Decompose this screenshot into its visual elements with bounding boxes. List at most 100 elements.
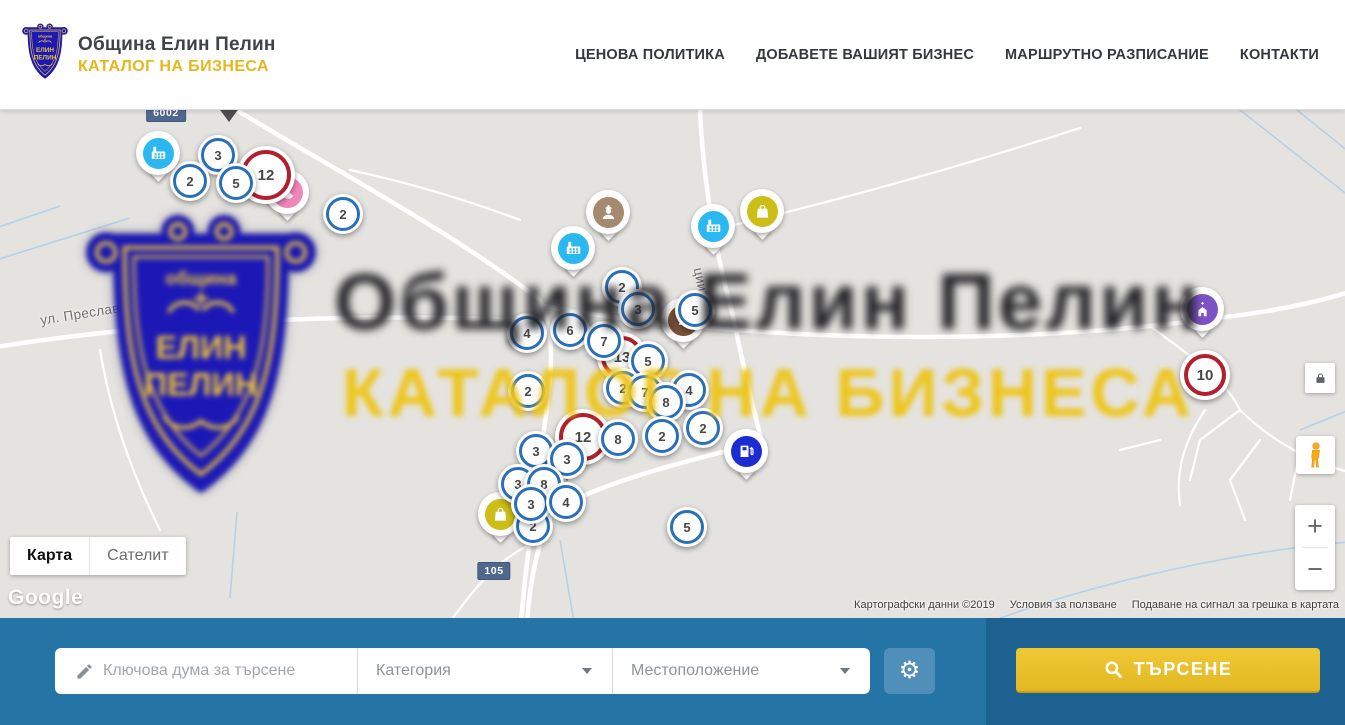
- search-button[interactable]: ТЪРСЕНЕ: [1016, 648, 1320, 693]
- map-canvas[interactable]: 6002105ул. Преславбул. „Новоселциции“ 13…: [0, 110, 1345, 618]
- search-bar: Категория Местоположение ⚙ ТЪРСЕНЕ: [0, 618, 1345, 725]
- cluster-count: 4: [549, 485, 583, 519]
- pin-disc: [1180, 287, 1224, 331]
- cluster-count: 10: [1184, 354, 1226, 396]
- pencil-icon: [75, 662, 94, 681]
- cluster-count: 6: [553, 313, 587, 347]
- road-badge-105: 105: [477, 562, 510, 580]
- logo-text: Община Елин Пелин КАТАЛОГ НА БИЗНЕСА: [78, 34, 276, 76]
- gear-icon: ⚙: [899, 659, 921, 683]
- clipped-pin-tip: [218, 110, 240, 122]
- cluster-count: 8: [601, 422, 635, 456]
- cluster-count: 5: [678, 293, 712, 327]
- cluster-marker[interactable]: 2: [683, 408, 723, 448]
- search-button-label: ТЪРСЕНЕ: [1134, 659, 1233, 680]
- attribution-data[interactable]: Картографски данни ©2019: [854, 599, 995, 611]
- zoom-control: + −: [1295, 505, 1335, 590]
- pin-disc: [136, 131, 180, 175]
- cluster-count: 3: [621, 292, 655, 326]
- lock-button[interactable]: [1305, 363, 1335, 393]
- cluster-count: 2: [511, 374, 545, 408]
- cluster-marker[interactable]: 5: [216, 163, 256, 203]
- search-group: Категория Местоположение: [55, 648, 870, 694]
- cluster-count: 4: [510, 316, 544, 350]
- cluster-marker[interactable]: 5: [667, 507, 707, 547]
- cluster-marker[interactable]: 2: [508, 371, 548, 411]
- cluster-marker[interactable]: 3: [618, 289, 658, 329]
- advanced-search-button[interactable]: ⚙: [884, 648, 935, 694]
- worker-icon: [593, 197, 624, 228]
- cluster-count: 2: [326, 197, 360, 231]
- cluster-marker[interactable]: 7: [584, 321, 624, 361]
- caret-down-icon: [840, 668, 850, 674]
- google-logo[interactable]: Google: [8, 586, 83, 610]
- cluster-count: 2: [645, 419, 679, 453]
- fuel-pin[interactable]: [724, 429, 768, 473]
- nav-item-schedule[interactable]: МАРШРУТНО РАЗПИСАНИЕ: [1005, 47, 1209, 63]
- header: община ЕЛИН ПЕЛИН Община Елин Пелин КАТА…: [0, 0, 1345, 110]
- cluster-count: 7: [587, 324, 621, 358]
- caret-down-icon: [582, 668, 592, 674]
- cluster-count: 8: [649, 385, 683, 419]
- main-nav: ЦЕНОВА ПОЛИТИКА ДОБАВЕТЕ ВАШИЯТ БИЗНЕС МАР…: [575, 47, 1319, 63]
- cluster-count: 5: [670, 510, 704, 544]
- cluster-marker[interactable]: 4: [507, 313, 547, 353]
- site-logo[interactable]: община ЕЛИН ПЕЛИН Община Елин Пелин КАТА…: [22, 23, 276, 87]
- pin-disc: [724, 429, 768, 473]
- lock-icon: [1313, 371, 1328, 386]
- church-pin[interactable]: [1180, 287, 1224, 331]
- category-select-value: Категория: [376, 662, 451, 680]
- location-select[interactable]: Местоположение: [612, 648, 870, 694]
- nav-item-pricing[interactable]: ЦЕНОВА ПОЛИТИКА: [575, 47, 725, 63]
- keyword-input[interactable]: [103, 662, 333, 680]
- factory-icon: [558, 233, 589, 264]
- zoom-in-button[interactable]: +: [1295, 505, 1335, 547]
- search-icon: [1104, 660, 1123, 679]
- zoom-out-button[interactable]: −: [1295, 548, 1335, 590]
- category-select[interactable]: Категория: [357, 648, 612, 694]
- cluster-marker[interactable]: 2: [642, 416, 682, 456]
- factory-icon: [698, 211, 729, 242]
- map-markers: 6002105ул. Преславбул. „Новоселциции“ 13…: [0, 110, 1345, 618]
- cluster-count: 2: [686, 411, 720, 445]
- map-attribution: Картографски данни ©2019 Условия за ползв…: [854, 599, 1339, 611]
- factory-pin[interactable]: [551, 226, 595, 270]
- factory-icon: [143, 138, 174, 169]
- pin-disc: [691, 204, 735, 248]
- factory-pin[interactable]: [691, 204, 735, 248]
- map-type-map-button[interactable]: Карта: [10, 537, 89, 575]
- church-icon: [1187, 294, 1218, 325]
- cluster-count: 3: [514, 487, 548, 521]
- cluster-marker[interactable]: 2: [323, 194, 363, 234]
- site-subtitle: КАТАЛОГ НА БИЗНЕСА: [78, 58, 276, 76]
- attribution-report-error[interactable]: Подаване на сигнал за грешка в картата: [1132, 599, 1339, 611]
- map-type-satellite-button[interactable]: Сателит: [89, 537, 185, 575]
- cluster-marker[interactable]: 10: [1180, 350, 1230, 400]
- bag-pin[interactable]: [740, 189, 784, 233]
- nav-item-contacts[interactable]: КОНТАКТИ: [1240, 47, 1319, 63]
- nav-item-add-business[interactable]: ДОБАВЕТЕ ВАШИЯТ БИЗНЕС: [756, 47, 974, 63]
- cluster-marker[interactable]: 4: [546, 482, 586, 522]
- factory-pin[interactable]: [136, 131, 180, 175]
- keyword-section: [55, 648, 357, 694]
- pin-disc: [740, 189, 784, 233]
- pin-disc: [551, 226, 595, 270]
- bag-icon: [747, 196, 778, 227]
- fuel-icon: [731, 436, 762, 467]
- svg-text:ПЕЛИН: ПЕЛИН: [34, 54, 57, 61]
- cluster-marker[interactable]: 5: [675, 290, 715, 330]
- pegman-button[interactable]: [1296, 436, 1335, 474]
- municipality-crest-icon: община ЕЛИН ПЕЛИН: [22, 23, 68, 87]
- attribution-terms[interactable]: Условия за ползване: [1010, 599, 1117, 611]
- cluster-marker[interactable]: 3: [511, 484, 551, 524]
- cluster-marker[interactable]: 8: [598, 419, 638, 459]
- cluster-count: 5: [219, 166, 253, 200]
- road-badge-6002: 6002: [146, 110, 186, 122]
- map-type-control: Карта Сателит: [10, 537, 186, 575]
- site-title: Община Елин Пелин: [78, 34, 276, 56]
- street-label: ул. Преслав: [39, 300, 121, 327]
- location-select-value: Местоположение: [631, 662, 759, 680]
- svg-text:ЕЛИН: ЕЛИН: [36, 47, 54, 54]
- pegman-icon: [1305, 441, 1327, 469]
- svg-text:община: община: [38, 34, 53, 38]
